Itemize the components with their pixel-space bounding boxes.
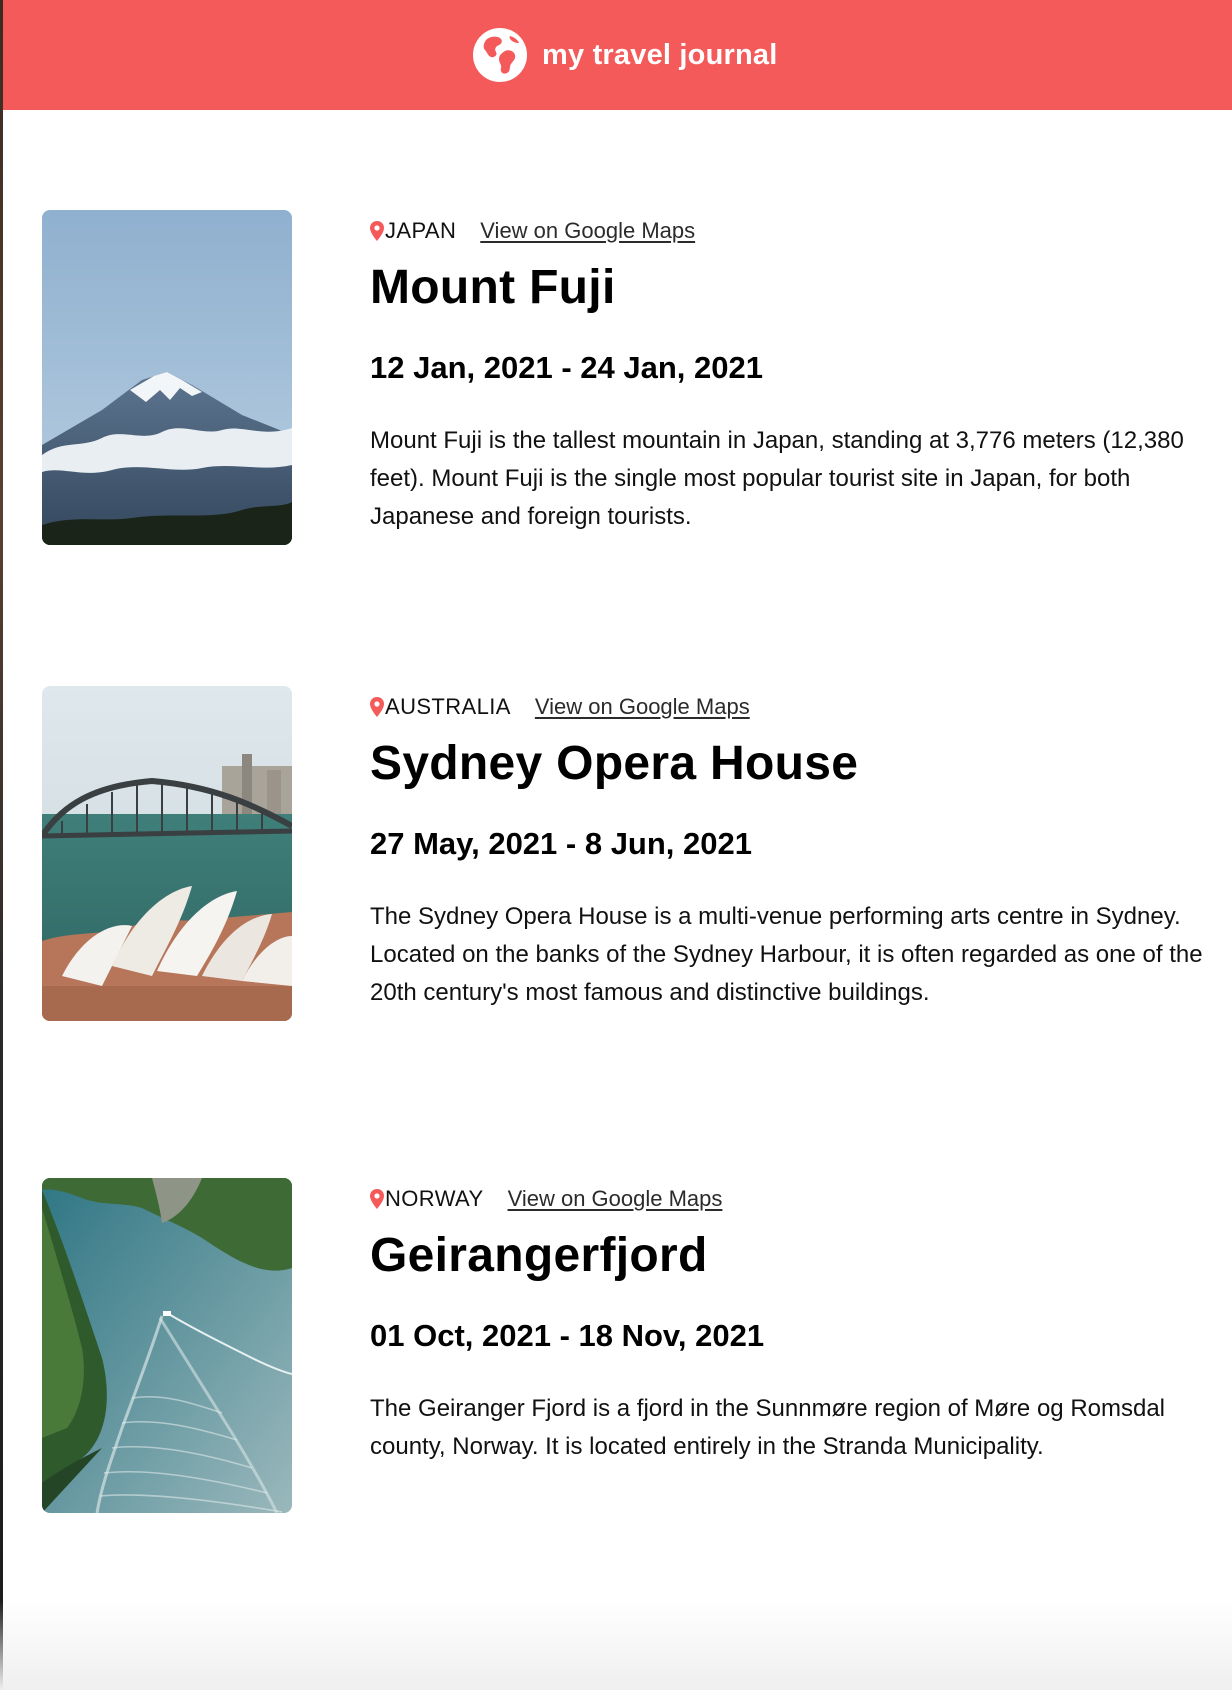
place-title: Geirangerfjord: [370, 1229, 708, 1282]
google-maps-link[interactable]: View on Google Maps: [480, 218, 695, 244]
window-edge: [0, 0, 3, 1690]
entry-photo: [42, 1178, 292, 1513]
place-description: The Sydney Opera House is a multi-venue …: [370, 903, 1203, 1006]
trip-dates: 12 Jan, 2021 - 24 Jan, 2021: [370, 350, 763, 385]
journal-entry: JAPAN View on Google Maps Mount Fuji 12 …: [42, 210, 1232, 545]
opera-house-photo: [42, 686, 292, 1021]
location-row: NORWAY View on Google Maps: [370, 1186, 722, 1212]
mountain-photo: [42, 210, 292, 545]
entry-photo: [42, 210, 292, 545]
country-label: AUSTRALIA: [385, 694, 511, 719]
app-title: my travel journal: [542, 38, 778, 71]
google-maps-link[interactable]: View on Google Maps: [508, 1186, 723, 1212]
globe-icon: [473, 28, 527, 82]
fjord-photo: [42, 1178, 292, 1513]
location-row: JAPAN View on Google Maps: [370, 218, 695, 244]
brand[interactable]: my travel journal: [472, 27, 778, 83]
trip-dates: 01 Oct, 2021 - 18 Nov, 2021: [370, 1318, 765, 1353]
entry-photo: [42, 686, 292, 1021]
page-bottom-fade: [0, 1600, 1232, 1690]
map-pin-icon: [370, 1189, 384, 1209]
place-description: The Geiranger Fjord is a fjord in the Su…: [370, 1395, 1166, 1460]
journal-entry: NORWAY View on Google Maps Geirangerfjor…: [42, 1178, 1232, 1513]
location-row: AUSTRALIA View on Google Maps: [370, 694, 750, 720]
country-label: JAPAN: [385, 218, 457, 243]
map-pin-icon: [370, 697, 384, 717]
journal-entry: AUSTRALIA View on Google Maps Sydney Ope…: [42, 686, 1232, 1021]
google-maps-link[interactable]: View on Google Maps: [535, 694, 750, 720]
app-header: my travel journal: [3, 0, 1232, 110]
trip-dates: 27 May, 2021 - 8 Jun, 2021: [370, 826, 752, 861]
country-label: NORWAY: [385, 1186, 484, 1211]
place-description: Mount Fuji is the tallest mountain in Ja…: [370, 427, 1184, 530]
map-pin-icon: [370, 221, 384, 241]
place-title: Sydney Opera House: [370, 737, 859, 790]
place-title: Mount Fuji: [370, 261, 616, 314]
